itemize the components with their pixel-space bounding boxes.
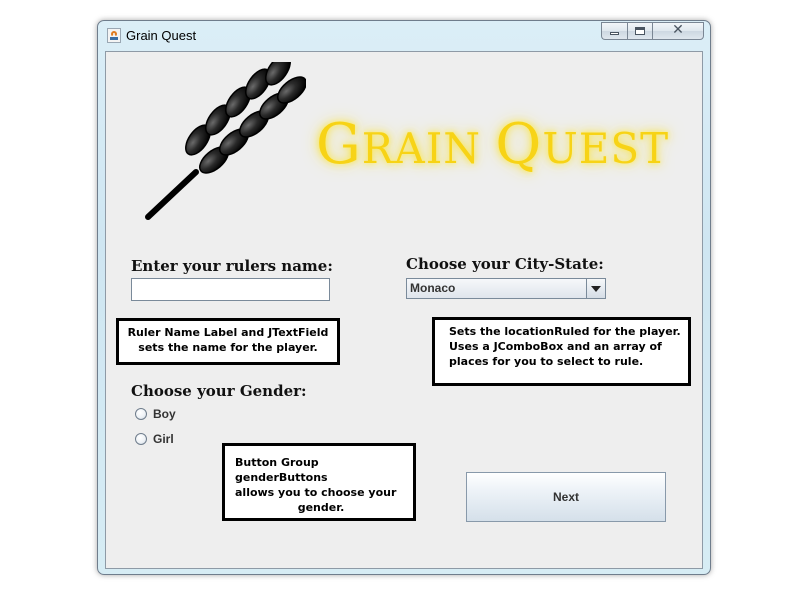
annotation-line: Ruler Name Label and JTextField (127, 326, 329, 339)
app-window: Grain Quest ✕ GRAIN QUEST Enter your rul… (97, 20, 711, 575)
game-title-logo: GRAIN QUEST (316, 112, 668, 192)
caption-buttons: ✕ (601, 22, 704, 41)
chevron-down-icon[interactable] (586, 279, 605, 298)
logo-title-part: G (316, 112, 362, 177)
radio-boy-label[interactable]: Boy (153, 407, 176, 421)
radio-button-icon[interactable] (135, 408, 147, 420)
annotation-line: Uses a JComboBox and an array of (449, 340, 662, 353)
radio-girl[interactable]: Girl (135, 431, 174, 447)
java-app-icon (107, 28, 121, 43)
close-button[interactable]: ✕ (652, 22, 704, 40)
ruler-annotation: Ruler Name Label and JTextField sets the… (116, 318, 340, 365)
gender-label: Choose your Gender: (131, 382, 307, 400)
gender-annotation: Button Group genderButtons allows you to… (222, 443, 416, 521)
annotation-line: places for you to select to rule. (449, 355, 644, 368)
city-state-label: Choose your City-State: (406, 255, 604, 273)
maximize-button[interactable] (627, 22, 652, 40)
annotation-line: allows you to choose your (235, 486, 397, 499)
radio-boy[interactable]: Boy (135, 406, 176, 422)
annotation-line: gender. (297, 501, 345, 514)
ruler-name-field[interactable] (131, 278, 330, 301)
logo-title-part: RAIN (361, 124, 496, 173)
logo-title-part: UEST (542, 124, 670, 173)
city-state-combobox[interactable]: Monaco (406, 278, 606, 299)
annotation-line: sets the name for the player. (138, 341, 318, 354)
wheat-grains (185, 62, 306, 174)
logo-title-part: Q (495, 112, 543, 177)
next-button[interactable]: Next (466, 472, 666, 522)
radio-button-icon[interactable] (135, 433, 147, 445)
content-pane: GRAIN QUEST Enter your rulers name: Choo… (105, 51, 703, 569)
wheat-icon (145, 62, 306, 220)
ruler-name-label: Enter your rulers name: (131, 257, 333, 275)
close-icon: ✕ (672, 22, 684, 38)
title-bar[interactable]: Grain Quest ✕ (98, 21, 710, 51)
window-title: Grain Quest (126, 28, 197, 43)
city-state-selected: Monaco (410, 281, 456, 295)
annotation-line: Sets the locationRuled for the player. (449, 325, 681, 338)
radio-girl-label[interactable]: Girl (153, 432, 174, 446)
city-annotation: Sets the locationRuled for the player. U… (432, 317, 691, 386)
minimize-button[interactable] (601, 22, 627, 40)
annotation-line: Button Group genderButtons (235, 456, 328, 484)
